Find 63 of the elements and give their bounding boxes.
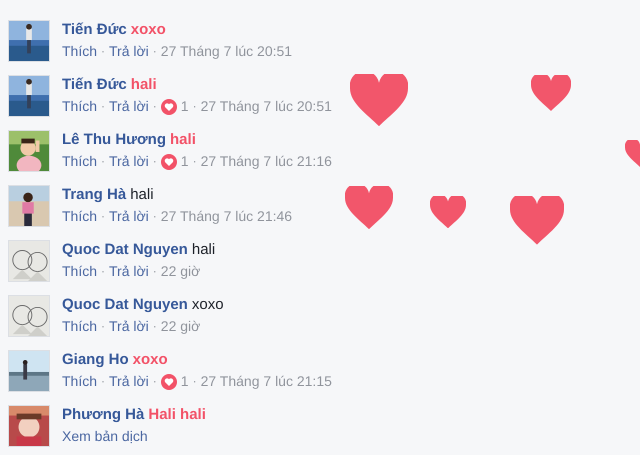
separator-dot: · (152, 43, 157, 60)
separator-dot: · (101, 318, 106, 335)
reply-link[interactable]: Trả lời (109, 262, 149, 281)
reaction-count: 1 (180, 152, 189, 171)
heart-icon (350, 74, 408, 126)
author-name[interactable]: Lê Thu Hương (62, 130, 166, 149)
reply-link[interactable]: Trả lời (109, 152, 149, 171)
heart-icon (345, 186, 393, 230)
author-name[interactable]: Giang Ho (62, 350, 129, 369)
separator-dot: · (152, 318, 157, 335)
reply-link[interactable]: Trả lời (109, 97, 149, 116)
like-link[interactable]: Thích (62, 372, 98, 391)
comment-text: xoxo (130, 20, 166, 39)
author-name[interactable]: Tiến Đức (62, 75, 127, 94)
like-link[interactable]: Thích (62, 42, 98, 61)
timestamp: 22 giờ (160, 317, 200, 336)
comment-text: hali (170, 130, 196, 149)
reaction-count: 1 (180, 372, 189, 391)
separator-dot: · (101, 43, 106, 60)
comment-text: Hali hali (148, 405, 206, 424)
comment-text: xoxo (132, 350, 168, 369)
reply-link[interactable]: Trả lời (109, 207, 149, 226)
timestamp: 27 Tháng 7 lúc 21:15 (200, 372, 332, 391)
author-name[interactable]: Quoc Dat Nguyen (62, 295, 188, 314)
comment-text: hali (130, 185, 154, 204)
like-link[interactable]: Thích (62, 152, 98, 171)
reply-link[interactable]: Trả lời (109, 372, 149, 391)
author-name[interactable]: Phương Hà (62, 405, 144, 424)
comment-text: xoxo (192, 295, 224, 314)
timestamp: 22 giờ (160, 262, 200, 281)
like-link[interactable]: Thích (62, 207, 98, 226)
separator-dot: · (152, 153, 157, 170)
separator-dot: · (192, 373, 197, 390)
author-name[interactable]: Quoc Dat Nguyen (62, 240, 188, 259)
comment-text: hali (130, 75, 157, 94)
separator-dot: · (101, 153, 106, 170)
reply-link[interactable]: Trả lời (109, 317, 149, 336)
separator-dot: · (192, 153, 197, 170)
comment-text: hali (192, 240, 216, 259)
separator-dot: · (152, 373, 157, 390)
reply-link[interactable]: Trả lời (109, 42, 149, 61)
like-link[interactable]: Thích (62, 317, 98, 336)
separator-dot: · (192, 98, 197, 115)
translate-link[interactable]: Xem bản dịch (62, 427, 148, 446)
timestamp: 27 Tháng 7 lúc 21:46 (160, 207, 292, 226)
separator-dot: · (101, 263, 106, 280)
heart-icon (430, 196, 466, 228)
heart-icon (531, 75, 571, 111)
timestamp: 27 Tháng 7 lúc 20:51 (200, 97, 332, 116)
separator-dot: · (101, 373, 106, 390)
separator-dot: · (152, 263, 157, 280)
timestamp: 27 Tháng 7 lúc 21:16 (200, 152, 332, 171)
author-name[interactable]: Trang Hà (62, 185, 126, 204)
separator-dot: · (101, 208, 106, 225)
like-link[interactable]: Thích (62, 97, 98, 116)
timestamp: 27 Tháng 7 lúc 20:51 (160, 42, 292, 61)
like-link[interactable]: Thích (62, 262, 98, 281)
separator-dot: · (152, 208, 157, 225)
heart-icon (510, 196, 564, 245)
author-name[interactable]: Tiến Đức (62, 20, 127, 39)
separator-dot: · (152, 98, 157, 115)
separator-dot: · (101, 98, 106, 115)
reaction-count: 1 (180, 97, 189, 116)
